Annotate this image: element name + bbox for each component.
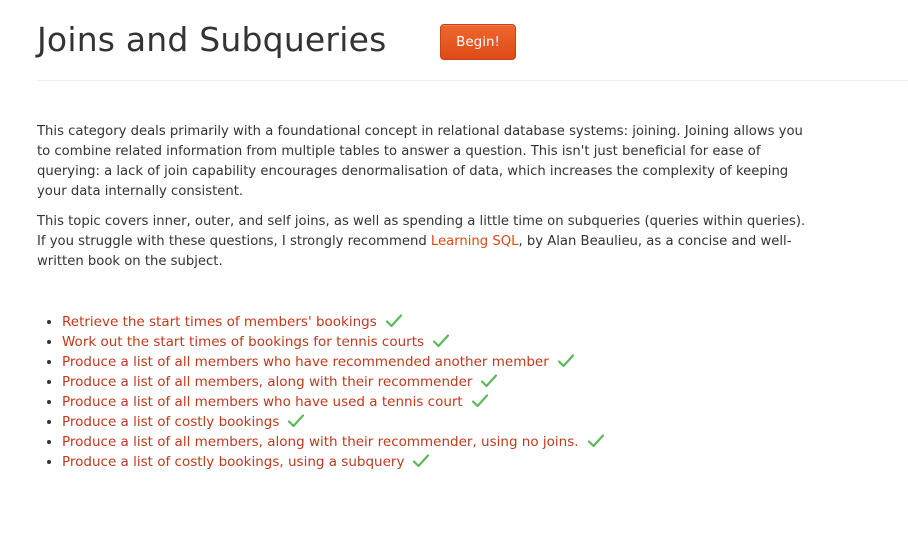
exercise-link[interactable]: Produce a list of all members who have u… [62,394,463,410]
check-icon [557,354,574,368]
list-item: Retrieve the start times of members' boo… [62,312,604,332]
category-description: This category deals primarily with a fou… [37,122,817,282]
page: Joins and Subqueries Begin! This categor… [0,0,908,550]
list-item: Produce a list of all members, along wit… [62,432,604,452]
exercise-link[interactable]: Produce a list of all members, along wit… [62,434,579,450]
exercise-link[interactable]: Produce a list of all members, along wit… [62,374,472,390]
check-icon [413,454,430,468]
check-icon [481,374,498,388]
exercise-link[interactable]: Retrieve the start times of members' boo… [62,314,377,330]
check-icon [433,334,450,348]
list-item: Produce a list of costly bookings [62,412,604,432]
learning-sql-link[interactable]: Learning SQL [431,234,519,249]
list-item: Produce a list of all members who have r… [62,352,604,372]
exercise-link[interactable]: Produce a list of costly bookings [62,414,279,430]
list-item: Produce a list of costly bookings, using… [62,452,604,472]
exercise-list: Retrieve the start times of members' boo… [37,312,604,472]
page-header: Joins and Subqueries Begin! [37,14,908,81]
intro-paragraph-1: This category deals primarily with a fou… [37,124,803,199]
check-icon [471,394,488,408]
list-item: Produce a list of all members who have u… [62,392,604,412]
exercise-link[interactable]: Produce a list of all members who have r… [62,354,549,370]
check-icon [385,314,402,328]
page-title: Joins and Subqueries [37,20,387,59]
list-item: Produce a list of all members, along wit… [62,372,604,392]
exercise-link[interactable]: Produce a list of costly bookings, using… [62,454,404,470]
intro-paragraph-2: This topic covers inner, outer, and self… [37,212,817,272]
check-icon [587,434,604,448]
list-item: Work out the start times of bookings for… [62,332,604,352]
exercise-link[interactable]: Work out the start times of bookings for… [62,334,424,350]
check-icon [288,414,305,428]
begin-button[interactable]: Begin! [440,24,516,60]
